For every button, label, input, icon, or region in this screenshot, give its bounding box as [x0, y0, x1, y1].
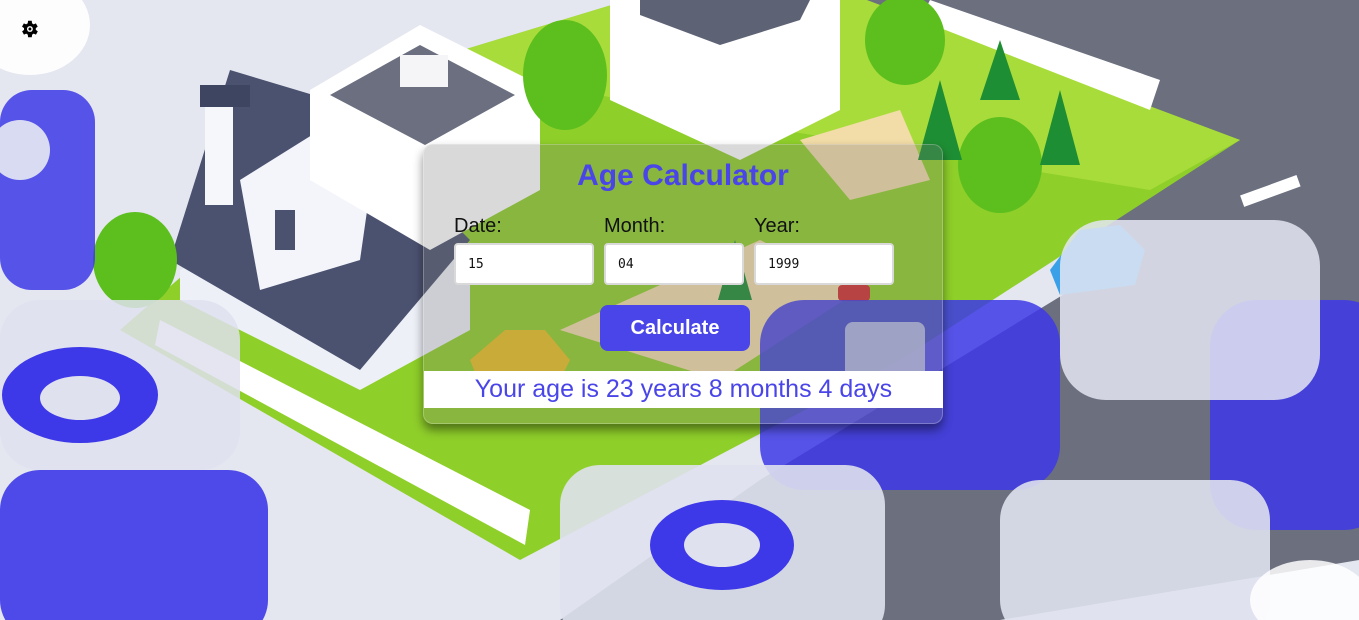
year-label: Year: [754, 215, 800, 237]
year-field-group: Year: [754, 215, 894, 285]
page-title: Age Calculator [577, 159, 789, 192]
month-field-group: Month: [604, 215, 744, 285]
gear-icon [22, 20, 38, 38]
date-label: Date: [454, 215, 502, 237]
age-result: Your age is 23 years 8 months 4 days [424, 371, 943, 408]
date-input[interactable] [454, 243, 594, 285]
age-calculator-card: Age Calculator Date: Month: Year: Calcul… [423, 144, 943, 424]
month-label: Month: [604, 215, 666, 237]
calculate-button[interactable]: Calculate [600, 305, 750, 351]
year-input[interactable] [754, 243, 894, 285]
date-field-group: Date: [454, 215, 594, 285]
month-input[interactable] [604, 243, 744, 285]
settings-button[interactable] [18, 18, 40, 40]
